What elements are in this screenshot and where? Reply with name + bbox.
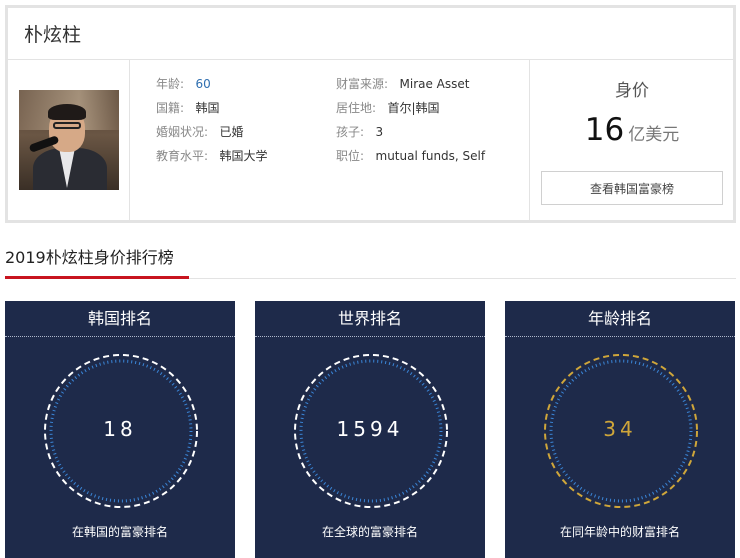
view-korea-rich-list-button[interactable]: 查看韩国富豪榜 bbox=[541, 171, 723, 205]
ranking-section-title: 2019朴炫柱身价排行榜 bbox=[5, 248, 174, 267]
rank-value: 1594 bbox=[336, 417, 404, 441]
info-value: Mirae Asset bbox=[399, 77, 470, 91]
net-worth-number: 16 bbox=[584, 112, 625, 148]
info-label: 教育水平: bbox=[156, 149, 209, 163]
net-worth-unit: 亿美元 bbox=[628, 125, 680, 145]
rank-caption: 在全球的富豪排名 bbox=[321, 525, 418, 539]
info-label: 年龄: bbox=[156, 77, 185, 91]
rank-card-world: 世界排名 1594 在全球的富豪排名 bbox=[255, 301, 485, 558]
info-position: 职位: mutual funds, Self bbox=[336, 148, 485, 164]
info-label: 国籍: bbox=[156, 101, 185, 115]
rank-value: 34 bbox=[603, 417, 637, 441]
net-worth-column: 身价 16 亿美元 查看韩国富豪榜 bbox=[531, 60, 733, 220]
net-worth-amount: 16 亿美元 bbox=[531, 112, 733, 148]
photo-column bbox=[8, 60, 130, 220]
rank-title: 世界排名 bbox=[255, 301, 485, 337]
info-education: 教育水平: 韩国大学 bbox=[156, 148, 268, 164]
rank-card-age: 年龄排名 34 在同年龄中的财富排名 bbox=[505, 301, 735, 558]
rank-value: 18 bbox=[103, 417, 137, 441]
rank-caption: 在韩国的富豪排名 bbox=[71, 525, 168, 539]
info-label: 婚姻状况: bbox=[156, 125, 209, 139]
info-value: 首尔|韩国 bbox=[387, 101, 440, 115]
info-wealth-source: 财富来源: Mirae Asset bbox=[336, 76, 469, 92]
rank-title: 年龄排名 bbox=[505, 301, 735, 337]
info-label: 居住地: bbox=[336, 101, 377, 115]
info-residence: 居住地: 首尔|韩国 bbox=[336, 100, 440, 116]
profile-body: 年龄: 60 国籍: 韩国 婚姻状况: 已婚 教育水平: 韩国大学 财富来源: … bbox=[8, 60, 733, 220]
info-value: 韩国 bbox=[195, 101, 220, 115]
person-photo bbox=[19, 90, 119, 190]
profile-card: 朴炫柱 年龄: 60 国籍: 韩国 婚姻状况: 已婚 教育水平: 韩国大学 财富… bbox=[5, 5, 736, 223]
info-marital: 婚姻状况: 已婚 bbox=[156, 124, 244, 140]
net-worth-title: 身价 bbox=[615, 81, 649, 101]
info-column: 年龄: 60 国籍: 韩国 婚姻状况: 已婚 教育水平: 韩国大学 财富来源: … bbox=[130, 60, 530, 220]
rank-caption: 在同年龄中的财富排名 bbox=[559, 525, 680, 539]
info-label: 职位: bbox=[336, 149, 365, 163]
info-nationality: 国籍: 韩国 bbox=[156, 100, 220, 116]
section-divider bbox=[189, 278, 736, 279]
info-value: 韩国大学 bbox=[219, 149, 268, 163]
info-label: 孩子: bbox=[336, 125, 365, 139]
info-value: 3 bbox=[375, 125, 384, 139]
info-age: 年龄: 60 bbox=[156, 76, 211, 92]
rank-title: 韩国排名 bbox=[5, 301, 235, 337]
info-children: 孩子: 3 bbox=[336, 124, 383, 140]
section-title-underline bbox=[5, 276, 189, 279]
info-value: mutual funds, Self bbox=[375, 149, 486, 163]
info-value[interactable]: 60 bbox=[196, 77, 211, 91]
info-label: 财富来源: bbox=[336, 77, 389, 91]
profile-header: 朴炫柱 bbox=[8, 8, 733, 60]
person-name: 朴炫柱 bbox=[24, 24, 82, 46]
info-value: 已婚 bbox=[219, 125, 244, 139]
rank-card-korea: 韩国排名 18 在韩国的富豪排名 bbox=[5, 301, 235, 558]
